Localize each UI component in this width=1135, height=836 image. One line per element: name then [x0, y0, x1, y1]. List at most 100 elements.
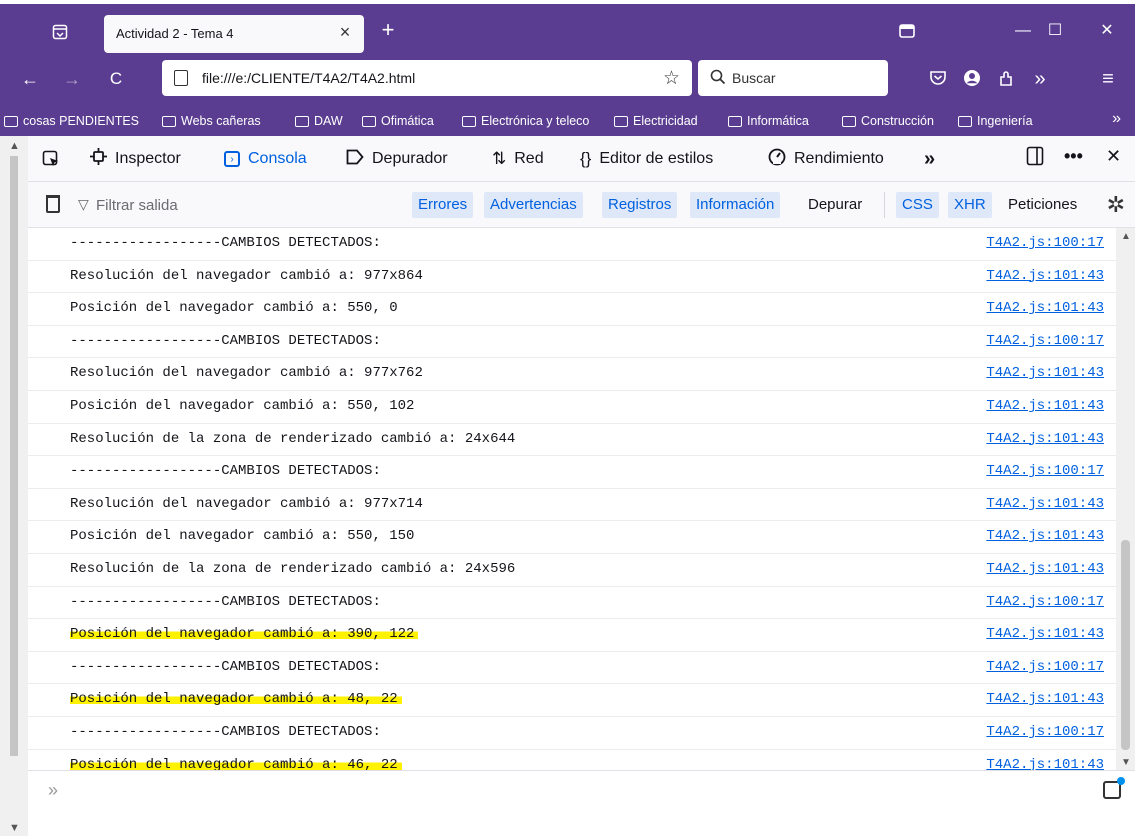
log-message: ------------------CAMBIOS DETECTADOS:	[70, 235, 381, 251]
url-bar[interactable]: file:///e:/CLIENTE/T4A2/T4A2.html ☆	[162, 60, 692, 96]
log-source-link[interactable]: T4A2.js:101:43	[986, 268, 1104, 284]
editor-mode-icon[interactable]	[1103, 777, 1125, 799]
log-source-link[interactable]: T4A2.js:101:43	[986, 398, 1104, 414]
filter-warnings[interactable]: Advertencias	[484, 192, 583, 218]
bookmark-folder[interactable]: Electricidad	[614, 112, 698, 130]
tab-actividad[interactable]: Actividad 2 - Tema 4 ×	[104, 15, 364, 53]
log-message: Resolución del navegador cambió a: 977x7…	[70, 495, 423, 512]
log-source-link[interactable]: T4A2.js:101:43	[986, 561, 1104, 577]
log-row: ------------------CAMBIOS DETECTADOS: T4A…	[28, 326, 1116, 359]
tab-performance[interactable]: Rendimiento	[768, 147, 884, 171]
devtools-menu-icon[interactable]: •••	[1064, 146, 1083, 167]
bookmark-folder[interactable]: cosas PENDIENTES	[4, 112, 139, 130]
log-message: ------------------CAMBIOS DETECTADOS:	[70, 463, 381, 480]
account-icon[interactable]	[962, 69, 982, 89]
bookmark-folder[interactable]: Informática	[728, 112, 809, 130]
filter-output-input[interactable]	[96, 194, 396, 216]
tab-console[interactable]: › Consola	[224, 147, 307, 171]
tab-network[interactable]: ⇅ Red	[492, 147, 544, 171]
menu-icon[interactable]: ≡	[1098, 69, 1118, 89]
dock-icon[interactable]	[1026, 146, 1044, 171]
pip-icon[interactable]	[892, 18, 922, 44]
folder-icon	[842, 115, 856, 127]
nav-bar: ← → C file:///e:/CLIENTE/T4A2/T4A2.html …	[0, 54, 1135, 104]
bookmark-folder[interactable]: Electrónica y teleco	[462, 112, 589, 130]
tab-style-editor[interactable]: {} Editor de estilos	[580, 147, 713, 171]
reload-icon[interactable]: C	[106, 69, 126, 89]
bookmark-folder[interactable]: Webs cañeras	[162, 112, 261, 130]
log-source-link[interactable]: T4A2.js:100:17	[986, 659, 1104, 675]
folder-icon	[4, 115, 18, 127]
log-row: Resolución del navegador cambió a: 977x7…	[28, 489, 1116, 522]
filter-requests[interactable]: Peticiones	[1002, 192, 1083, 218]
log-message: ------------------CAMBIOS DETECTADOS:	[70, 724, 381, 740]
url-text[interactable]: file:///e:/CLIENTE/T4A2/T4A2.html	[202, 70, 415, 86]
title-bar: Actividad 2 - Tema 4 × + — ☐ ✕	[0, 0, 1135, 54]
tab-close-icon[interactable]: ×	[336, 23, 354, 41]
log-source-link[interactable]: T4A2.js:100:17	[986, 594, 1104, 610]
log-source-link[interactable]: T4A2.js:101:43	[986, 528, 1104, 544]
page-scrollbar[interactable]: ▲ ▼	[0, 136, 28, 836]
scroll-thumb[interactable]	[1121, 540, 1130, 750]
tab-list-icon[interactable]	[52, 24, 68, 40]
bookmark-star-icon[interactable]: ☆	[663, 67, 680, 90]
log-source-link[interactable]: T4A2.js:100:17	[986, 333, 1104, 349]
maximize-button[interactable]: ☐	[1040, 18, 1070, 44]
log-row: Posición del navegador cambió a: 390, 12…	[28, 619, 1116, 652]
bookmark-folder[interactable]: DAW	[295, 112, 343, 130]
scroll-up-icon[interactable]: ▲	[9, 140, 20, 152]
scroll-down-icon[interactable]: ▼	[9, 822, 20, 834]
console-input[interactable]	[78, 779, 978, 803]
element-picker-icon[interactable]	[42, 147, 60, 171]
log-row: ------------------CAMBIOS DETECTADOS: T4A…	[28, 228, 1116, 261]
bookmarks-overflow-icon[interactable]: »	[1112, 110, 1121, 128]
console-scrollbar[interactable]: ▲ ▼	[1116, 228, 1135, 770]
scroll-up-icon[interactable]: ▲	[1121, 231, 1131, 242]
gear-icon[interactable]: ✲	[1107, 192, 1125, 218]
log-row: Posición del navegador cambió a: 550, 10…	[28, 391, 1116, 424]
scroll-down-icon[interactable]: ▼	[1121, 757, 1131, 768]
log-message: Resolución del navegador cambió a: 977x8…	[70, 267, 423, 284]
log-source-link[interactable]: T4A2.js:100:17	[986, 724, 1104, 740]
log-source-link[interactable]: T4A2.js:101:43	[986, 300, 1104, 316]
pocket-icon[interactable]	[928, 69, 948, 89]
filter-logs[interactable]: Registros	[602, 192, 678, 218]
minimize-button[interactable]: —	[1008, 18, 1038, 44]
trash-icon[interactable]	[46, 195, 60, 213]
devtools-close-icon[interactable]: ✕	[1106, 146, 1121, 167]
overflow-icon[interactable]: »	[1030, 69, 1050, 89]
search-bar[interactable]	[698, 60, 888, 96]
bookmark-folder[interactable]: Construcción	[842, 112, 934, 130]
bookmark-folder[interactable]: Ofimática	[362, 112, 434, 130]
console-input-line: »	[28, 770, 1135, 810]
extensions-icon[interactable]	[996, 69, 1016, 89]
log-source-link[interactable]: T4A2.js:101:43	[986, 431, 1104, 447]
filter-info[interactable]: Información	[690, 192, 781, 218]
close-window-button[interactable]: ✕	[1092, 18, 1122, 44]
tab-inspector[interactable]: Inspector	[90, 147, 181, 171]
scroll-thumb[interactable]	[10, 156, 18, 756]
filter-xhr[interactable]: XHR	[948, 192, 992, 218]
folder-icon	[958, 115, 972, 127]
bookmark-folder[interactable]: Ingeniería	[958, 112, 1033, 130]
funnel-icon: ▽	[78, 196, 89, 212]
log-source-link[interactable]: T4A2.js:100:17	[986, 463, 1104, 479]
log-source-link[interactable]: T4A2.js:101:43	[986, 496, 1104, 512]
log-source-link[interactable]: T4A2.js:101:43	[986, 626, 1104, 642]
log-message: Posición del navegador cambió a: 550, 0	[70, 300, 398, 317]
filter-debug[interactable]: Depurar	[802, 192, 868, 218]
log-source-link[interactable]: T4A2.js:101:43	[986, 365, 1104, 381]
new-tab-button[interactable]: +	[378, 19, 398, 41]
devtools-toolbar: Inspector › Consola Depurador ⇅ Red {} E…	[28, 136, 1135, 182]
log-source-link[interactable]: T4A2.js:101:43	[986, 691, 1104, 707]
log-source-link[interactable]: T4A2.js:100:17	[986, 235, 1104, 251]
log-message: Posición del navegador cambió a: 550, 10…	[70, 398, 415, 414]
search-input[interactable]	[732, 68, 882, 88]
forward-icon[interactable]: →	[62, 69, 82, 89]
filter-css[interactable]: CSS	[896, 192, 939, 218]
more-tools-icon[interactable]: »	[924, 147, 935, 171]
log-source-link[interactable]: T4A2.js:101:43	[986, 757, 1104, 770]
tab-debugger[interactable]: Depurador	[346, 147, 448, 171]
back-icon[interactable]: ←	[20, 69, 40, 89]
filter-errors[interactable]: Errores	[412, 192, 474, 218]
